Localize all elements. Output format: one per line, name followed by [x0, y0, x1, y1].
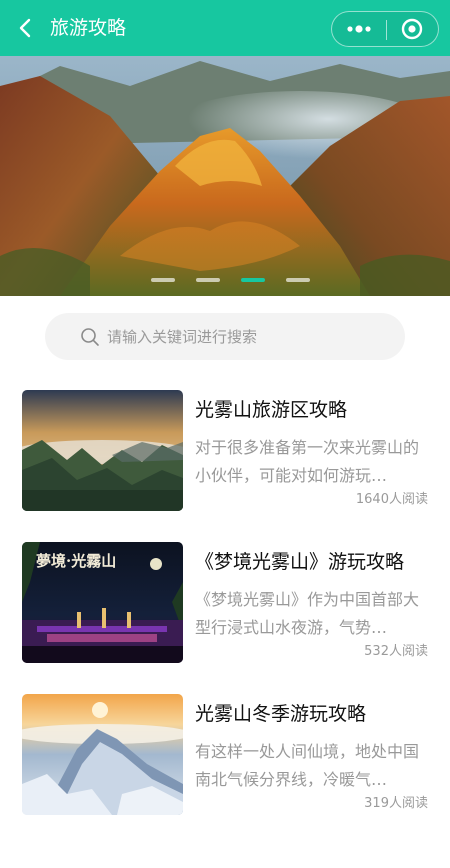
- page: 旅游攻略 请输入关键词进行搜索 光雾山旅游区攻略 对于很多准备第一次来光雾山的小…: [0, 0, 450, 868]
- carousel-dot[interactable]: [286, 278, 310, 282]
- search-box[interactable]: [45, 313, 405, 360]
- poster-title: 夢境·光霧山: [36, 552, 116, 570]
- article-description: 对于很多准备第一次来光雾山的小伙伴，可能对如何游玩…: [195, 438, 420, 485]
- article-item[interactable]: 光雾山冬季游玩攻略 有这样一处人间仙境，地处中国南北气候分界线，冷暖气… 319…: [0, 694, 450, 824]
- page-title: 旅游攻略: [50, 17, 127, 39]
- article-thumbnail-image: 夢境·光霧山: [22, 542, 183, 663]
- article-thumbnail-image: [22, 694, 183, 815]
- nav-bar: 旅游攻略: [0, 0, 450, 56]
- carousel-dot[interactable]: [196, 278, 220, 282]
- article-read-count: 319人阅读: [364, 795, 428, 813]
- article-thumbnail-image: [22, 390, 183, 511]
- mini-program-capsule: [331, 11, 439, 47]
- article-item[interactable]: 夢境·光霧山 《梦境光雾山》游玩攻略 《梦境光雾山》作为中国首部大型行浸式山水夜…: [0, 542, 450, 672]
- banner-image: [0, 56, 450, 296]
- article-title: 光雾山旅游区攻略: [195, 399, 348, 421]
- back-chevron-icon: [19, 18, 31, 38]
- article-title: 《梦境光雾山》游玩攻略: [195, 551, 405, 573]
- article-thumbnail: [22, 694, 183, 815]
- carousel-indicator: [0, 278, 450, 284]
- close-mini-program-button[interactable]: [387, 12, 439, 46]
- more-dots-icon: [347, 25, 371, 33]
- back-button[interactable]: [14, 14, 38, 42]
- search-input[interactable]: [107, 322, 387, 351]
- search-icon: [81, 328, 99, 346]
- article-description: 有这样一处人间仙境，地处中国南北气候分界线，冷暖气…: [195, 742, 420, 789]
- target-circle-icon: [401, 18, 423, 40]
- carousel-dot[interactable]: [151, 278, 175, 282]
- article-thumbnail: 夢境·光霧山: [22, 542, 183, 663]
- article-item[interactable]: 光雾山旅游区攻略 对于很多准备第一次来光雾山的小伙伴，可能对如何游玩… 1640…: [0, 390, 450, 520]
- article-thumbnail: [22, 390, 183, 511]
- read-count-number: 319: [364, 796, 389, 811]
- read-count-number: 532: [364, 644, 389, 659]
- read-count-suffix: 人阅读: [388, 796, 428, 811]
- article-title: 光雾山冬季游玩攻略: [195, 703, 367, 725]
- more-button[interactable]: [332, 12, 386, 46]
- article-description: 《梦境光雾山》作为中国首部大型行浸式山水夜游，气势…: [195, 590, 420, 637]
- carousel-dot-active[interactable]: [241, 278, 265, 282]
- read-count-suffix: 人阅读: [388, 492, 428, 507]
- read-count-suffix: 人阅读: [388, 644, 428, 659]
- article-read-count: 1640人阅读: [356, 491, 428, 509]
- read-count-number: 1640: [355, 492, 389, 507]
- banner-carousel[interactable]: [0, 56, 450, 296]
- article-read-count: 532人阅读: [364, 643, 428, 661]
